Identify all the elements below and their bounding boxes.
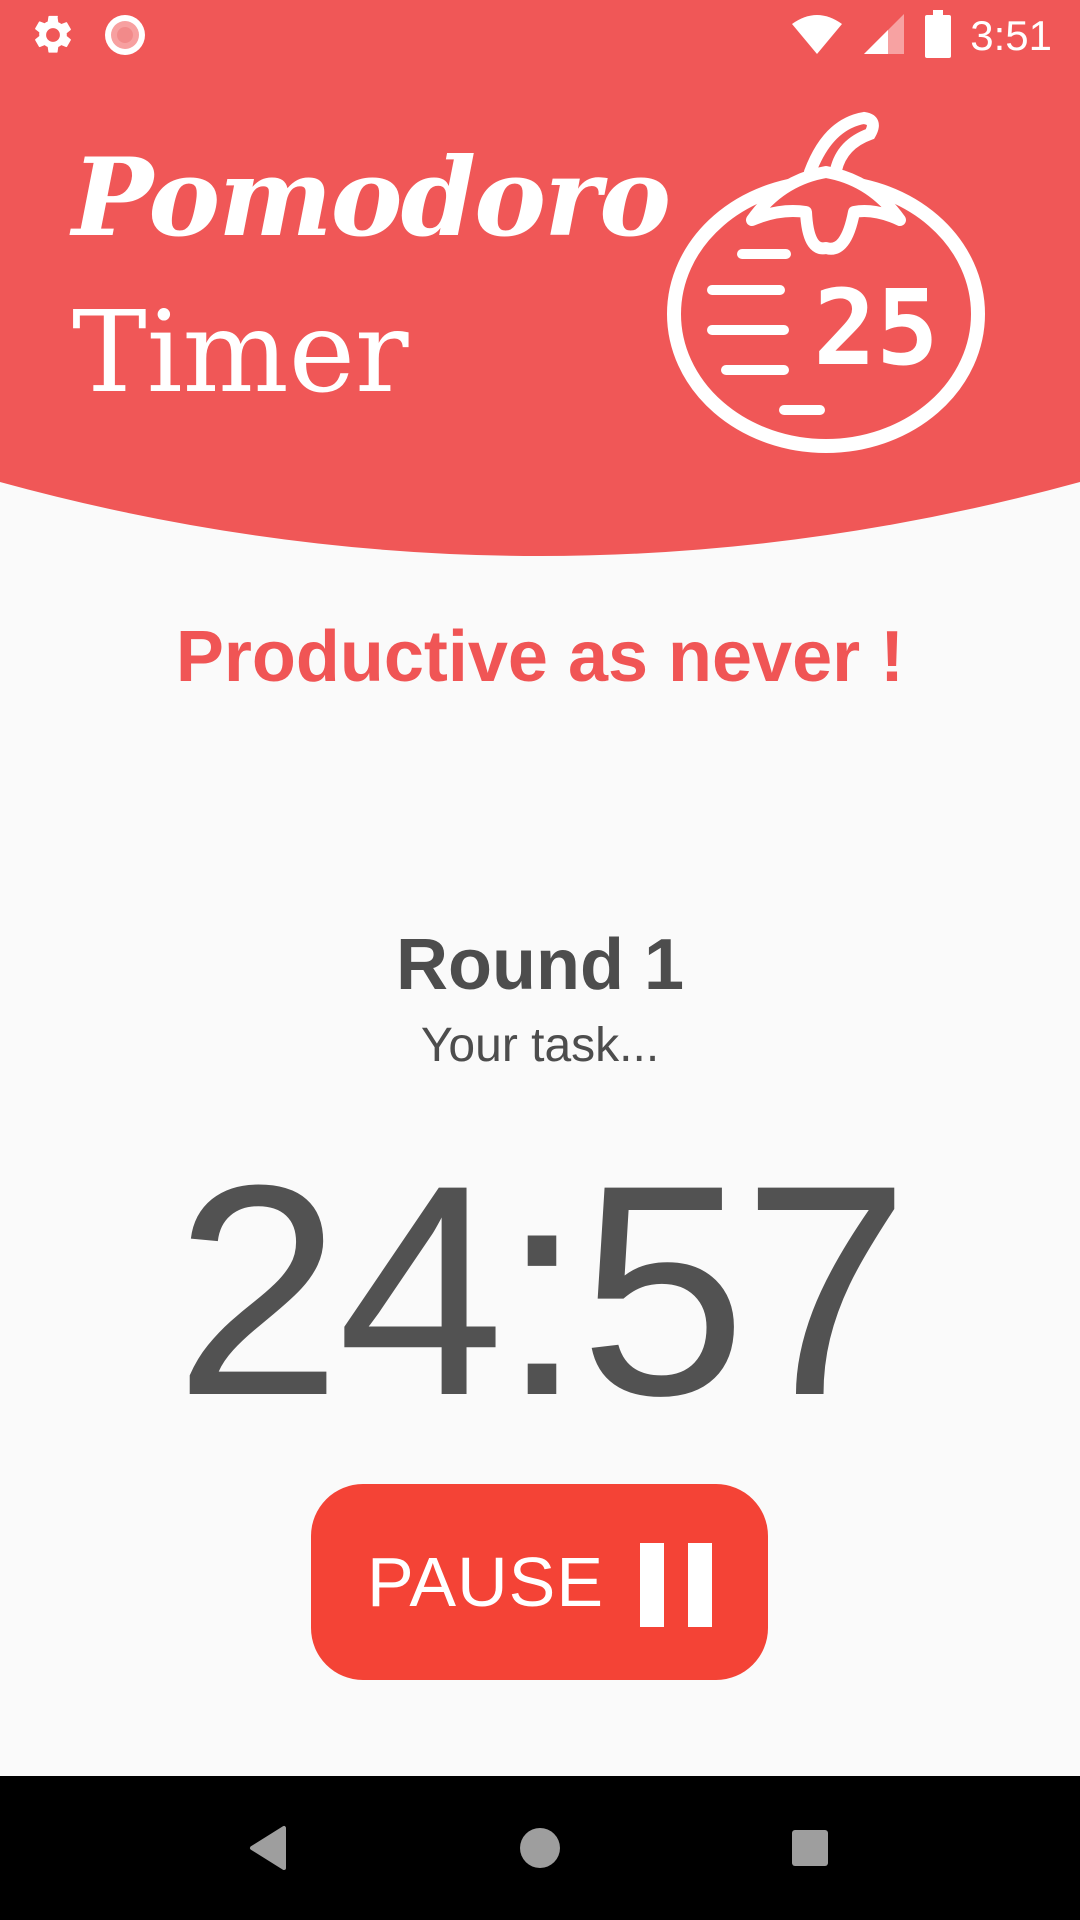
loading-spinner-icon	[102, 12, 148, 62]
status-bar: 3:51	[0, 0, 1080, 72]
back-icon[interactable]	[234, 1812, 306, 1884]
app-title-pomodoro: Pomodoro	[72, 135, 671, 261]
cell-signal-icon	[862, 12, 906, 60]
navigation-bar	[0, 1776, 1080, 1920]
pause-button-label: PAUSE	[366, 1543, 605, 1621]
pause-button[interactable]: PAUSE	[311, 1484, 768, 1680]
tomato-timer-logo-icon: 25	[660, 108, 1000, 472]
recents-icon[interactable]	[774, 1812, 846, 1884]
home-icon[interactable]	[504, 1812, 576, 1884]
countdown-timer: 24:57	[174, 1122, 910, 1458]
status-indicators: 3:51	[790, 10, 1052, 62]
wifi-icon	[790, 12, 844, 60]
logo-number: 25	[813, 267, 938, 389]
round-label: Round 1	[396, 925, 684, 1005]
settings-gear-icon[interactable]	[30, 12, 76, 62]
battery-icon	[924, 10, 952, 62]
status-time: 3:51	[970, 12, 1052, 59]
tagline: Productive as never !	[175, 617, 905, 697]
pause-icon	[640, 1543, 713, 1627]
task-label[interactable]: Your task...	[0, 1016, 1080, 1076]
app-title-timer: Timer	[72, 288, 409, 418]
app-header: 3:51 Pomodoro Timer 25	[0, 0, 1080, 560]
